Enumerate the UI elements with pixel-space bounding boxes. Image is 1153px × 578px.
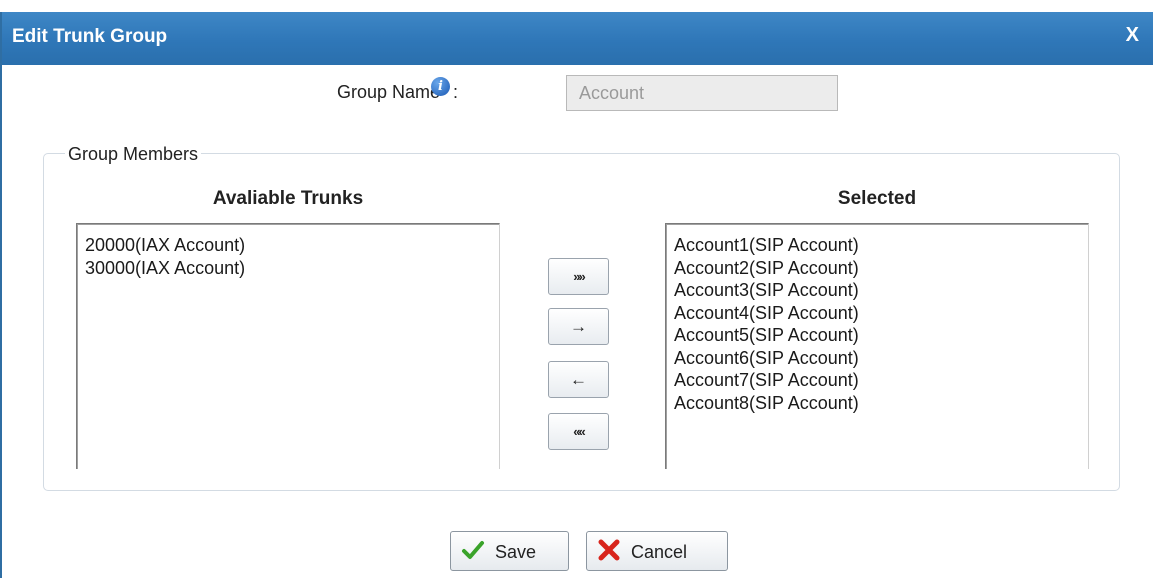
list-item[interactable]: Account3(SIP Account) — [666, 279, 1088, 302]
available-trunks-list[interactable]: 20000(IAX Account) 30000(IAX Account) — [76, 223, 500, 469]
list-item[interactable]: Account4(SIP Account) — [666, 302, 1088, 325]
close-button[interactable]: X — [1126, 24, 1139, 47]
info-icon[interactable]: i — [431, 77, 450, 96]
group-name-input[interactable] — [566, 75, 838, 111]
list-item[interactable]: Account6(SIP Account) — [666, 347, 1088, 370]
list-item[interactable]: Account1(SIP Account) — [666, 234, 1088, 257]
list-item[interactable]: Account8(SIP Account) — [666, 392, 1088, 415]
remove-selected-button[interactable]: ← — [548, 361, 609, 398]
background-page-strip — [0, 0, 1153, 12]
selected-header: Selected — [837, 188, 917, 209]
checkmark-icon — [462, 541, 484, 559]
available-trunks-header: Avaliable Trunks — [212, 188, 364, 209]
group-name-label: Group Name — [337, 82, 441, 102]
add-all-button[interactable]: »» — [548, 258, 609, 295]
save-button[interactable]: Save — [450, 531, 569, 571]
dialog-titlebar: Edit Trunk Group X — [2, 12, 1153, 65]
selected-trunks-list[interactable]: Account1(SIP Account) Account2(SIP Accoun… — [665, 223, 1089, 469]
list-item[interactable]: 30000(IAX Account) — [77, 257, 499, 280]
cancel-label: Cancel — [631, 542, 688, 562]
group-members-legend: Group Members — [65, 144, 202, 165]
dialog-title: Edit Trunk Group — [12, 26, 168, 47]
save-label: Save — [495, 542, 537, 562]
list-item[interactable]: Account5(SIP Account) — [666, 324, 1088, 347]
red-x-icon — [598, 539, 620, 561]
list-item[interactable]: Account2(SIP Account) — [666, 257, 1088, 280]
remove-all-button[interactable]: «« — [548, 413, 609, 450]
cancel-button[interactable]: Cancel — [586, 531, 728, 571]
add-selected-button[interactable]: → — [548, 308, 609, 345]
list-item[interactable]: Account7(SIP Account) — [666, 369, 1088, 392]
group-name-colon: : — [453, 82, 459, 102]
list-item[interactable]: 20000(IAX Account) — [77, 234, 499, 257]
